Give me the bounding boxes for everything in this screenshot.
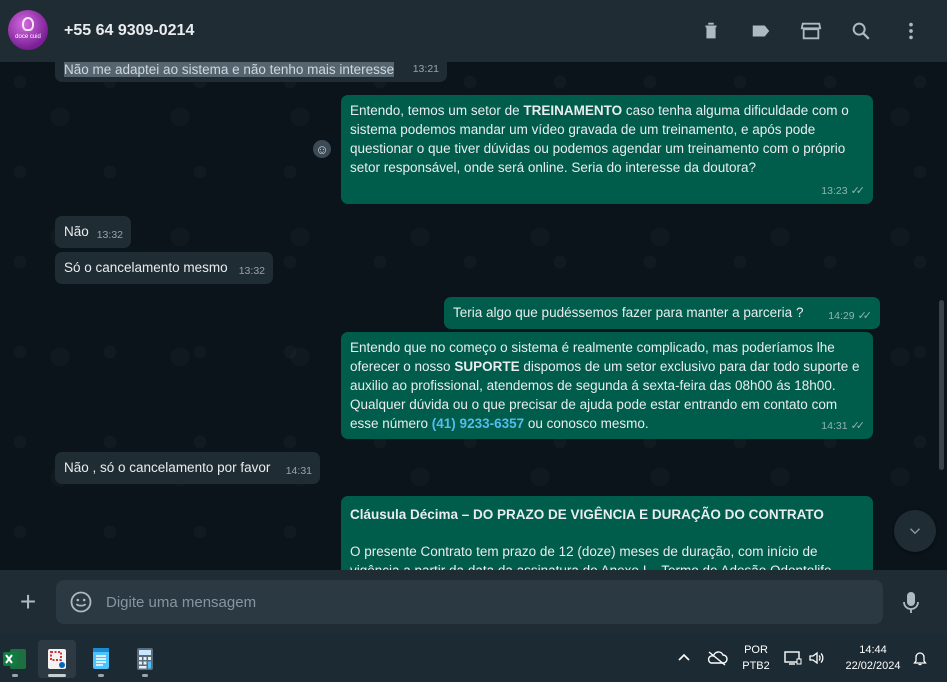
message-outgoing[interactable]: Teria algo que pudéssemos fazer para man…: [444, 297, 880, 329]
read-ticks-icon: ✓✓: [850, 185, 866, 197]
message-time: 13:23 ✓✓: [821, 182, 865, 201]
react-emoji-icon[interactable]: ☺: [313, 140, 331, 158]
menu-more-icon[interactable]: [899, 19, 923, 43]
message-incoming[interactable]: Não , só o cancelamento por favor 14:31: [55, 452, 320, 484]
clock-date: 22/02/2024: [845, 660, 901, 672]
message-incoming[interactable]: Só o cancelamento mesmo 13:32: [55, 252, 273, 284]
search-icon[interactable]: [849, 19, 873, 43]
tray-overflow-chevron-icon[interactable]: [677, 634, 691, 682]
phone-link[interactable]: (41) 9233-6357: [432, 416, 524, 431]
delete-icon[interactable]: [699, 19, 723, 43]
emoji-picker-icon[interactable]: [69, 590, 93, 614]
message-time: 13:32: [96, 229, 123, 241]
network-display-icon[interactable]: [784, 634, 802, 682]
system-clock[interactable]: 14:44 22/02/2024: [838, 634, 908, 682]
tooth-logo-icon: [22, 17, 34, 31]
message-time: 14:31: [285, 465, 312, 477]
message-text: Entendo, temos um setor de TREINAMENTO c…: [350, 103, 849, 175]
notification-bell-icon[interactable]: [913, 634, 927, 682]
label-tag-icon[interactable]: [749, 19, 773, 43]
calculator-app-icon[interactable]: [126, 640, 164, 678]
chat-scrollbar[interactable]: [939, 300, 944, 470]
microphone-icon[interactable]: [899, 590, 923, 616]
message-input[interactable]: [106, 592, 866, 612]
message-text: Não: [64, 224, 89, 239]
message-composer: +: [0, 570, 947, 634]
contact-avatar[interactable]: doce cuid: [8, 10, 48, 50]
message-incoming[interactable]: Não 13:32: [55, 216, 131, 248]
notepad-app-icon[interactable]: [82, 640, 120, 678]
message-list[interactable]: Não me adaptei ao sistema e não tenho ma…: [0, 62, 947, 570]
scroll-to-bottom-button[interactable]: [894, 510, 936, 552]
message-text: Não , só o cancelamento por favor: [64, 460, 271, 475]
clock-time: 14:44: [859, 644, 887, 656]
contract-clause-body: O presente Contrato tem prazo de 12 (doz…: [350, 544, 832, 570]
snipping-tool-app-icon[interactable]: [38, 640, 76, 678]
message-time: 13:21: [412, 63, 439, 75]
volume-speaker-icon[interactable]: [808, 634, 826, 682]
avatar-label: doce cuid: [15, 34, 41, 40]
read-ticks-icon: ✓✓: [850, 420, 866, 432]
message-text: Não me adaptei ao sistema e não tenho ma…: [64, 62, 395, 77]
message-time: 13:32: [238, 265, 265, 277]
message-text: Entendo que no começo o sistema é realme…: [350, 340, 860, 431]
message-time: 14:29 ✓✓: [828, 307, 872, 326]
contract-clause-title: Cláusula Décima – DO PRAZO DE VIGÊNCIA E…: [350, 507, 824, 522]
message-outgoing[interactable]: Entendo, temos um setor de TREINAMENTO c…: [341, 95, 873, 204]
excel-app-icon[interactable]: [0, 640, 34, 678]
catalog-store-icon[interactable]: [799, 19, 823, 43]
message-text: Teria algo que pudéssemos fazer para man…: [453, 305, 804, 320]
message-text: Só o cancelamento mesmo: [64, 260, 228, 275]
input-language-indicator[interactable]: POR PTB2: [742, 634, 770, 682]
cloud-offline-icon[interactable]: [706, 634, 728, 682]
read-ticks-icon: ✓✓: [857, 310, 873, 322]
message-outgoing[interactable]: Cláusula Décima – DO PRAZO DE VIGÊNCIA E…: [341, 496, 873, 570]
os-taskbar: POR PTB2 14:44 22/02/2024: [0, 634, 947, 682]
chevron-down-icon: [909, 528, 921, 535]
message-outgoing[interactable]: Entendo que no começo o sistema é realme…: [341, 332, 873, 439]
message-time: 14:31 ✓✓: [821, 417, 865, 436]
chat-header[interactable]: doce cuid +55 64 9309-0214: [0, 0, 947, 62]
message-input-wrapper[interactable]: [56, 580, 883, 624]
message-incoming[interactable]: Não me adaptei ao sistema e não tenho ma…: [55, 62, 447, 82]
attach-plus-icon[interactable]: +: [16, 588, 40, 616]
contact-name[interactable]: +55 64 9309-0214: [64, 22, 194, 40]
